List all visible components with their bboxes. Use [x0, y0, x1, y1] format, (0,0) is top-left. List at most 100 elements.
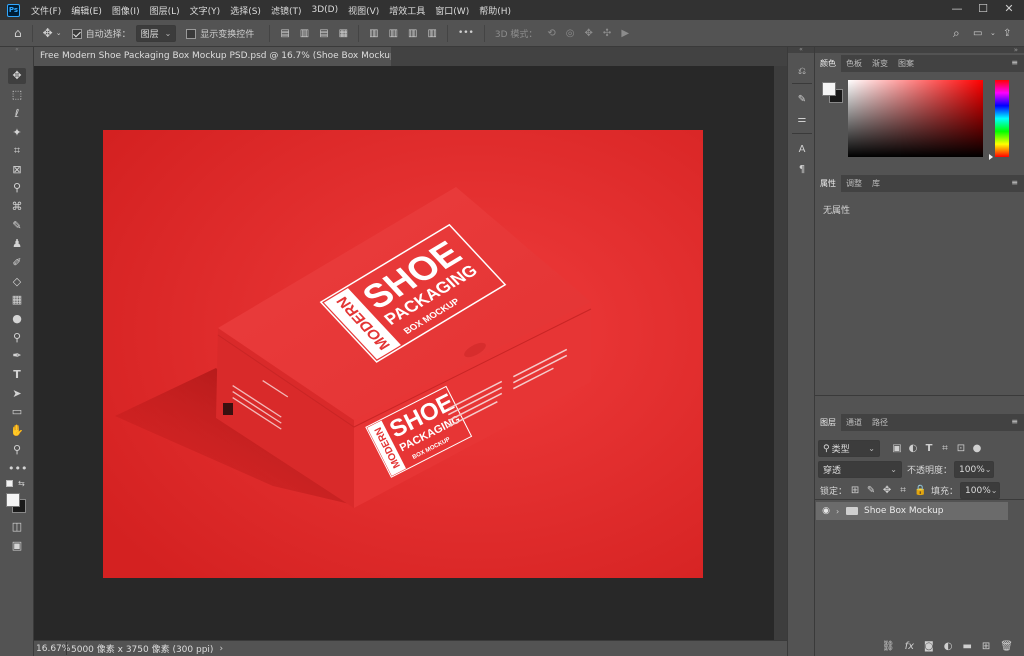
- filter-pixel-icon[interactable]: ▣: [892, 443, 902, 454]
- tab-paths[interactable]: 路径: [867, 414, 893, 431]
- lock-transparent-icon[interactable]: ⊞: [850, 485, 860, 496]
- tab-color[interactable]: 颜色: [815, 55, 841, 72]
- new-layer-icon[interactable]: ⊞: [982, 641, 990, 652]
- search-icon[interactable]: ⌕: [953, 26, 960, 41]
- 3d-orbit-icon[interactable]: ⟲: [547, 28, 555, 39]
- distribute-right-icon[interactable]: ▥: [408, 28, 417, 39]
- auto-select-checkbox[interactable]: 自动选择：: [71, 27, 131, 40]
- tab-swatches[interactable]: 色板: [841, 55, 867, 72]
- chevron-down-icon[interactable]: ⌄: [56, 29, 62, 37]
- color-picker-field[interactable]: [848, 80, 983, 157]
- lock-artboard-icon[interactable]: ⌗: [898, 485, 908, 496]
- align-center-icon[interactable]: ▥: [300, 28, 309, 39]
- lock-all-icon[interactable]: 🔒: [914, 485, 926, 496]
- blend-mode-dropdown[interactable]: 穿透 ⌄: [818, 461, 902, 478]
- rectangle-tool-icon[interactable]: ▭: [8, 404, 26, 420]
- panel-menu-icon[interactable]: ≡: [1011, 178, 1018, 187]
- dodge-tool-icon[interactable]: ⚲: [8, 330, 26, 346]
- history-brush-tool-icon[interactable]: ✐: [8, 255, 26, 271]
- pen-tool-icon[interactable]: ✒: [8, 348, 26, 364]
- document-image[interactable]: MODERN SHOE PACKAGING BOX MOCKUP MODERN …: [103, 130, 703, 578]
- opacity-input[interactable]: 100% ⌄: [954, 461, 995, 478]
- default-colors-icon[interactable]: [6, 480, 13, 487]
- dock-collapse-icon[interactable]: «: [788, 47, 814, 53]
- layer-row[interactable]: ◉ › Shoe Box Mockup: [816, 502, 1008, 520]
- menu-window[interactable]: 窗口(W): [430, 4, 474, 17]
- foreground-color-swatch[interactable]: [822, 82, 836, 96]
- fx-icon[interactable]: fx: [905, 641, 914, 652]
- workspace-icon[interactable]: ▭: [973, 28, 982, 39]
- menu-3d[interactable]: 3D(D): [306, 5, 343, 15]
- gradient-tool-icon[interactable]: ▦: [8, 292, 26, 308]
- tab-channels[interactable]: 通道: [841, 414, 867, 431]
- photoshop-logo-icon[interactable]: Ps: [7, 3, 20, 17]
- align-right-icon[interactable]: ▤: [319, 28, 328, 39]
- blur-tool-icon[interactable]: ●: [8, 311, 26, 327]
- path-selection-tool-icon[interactable]: ➤: [8, 386, 26, 402]
- frame-tool-icon[interactable]: ⊠: [8, 162, 26, 178]
- filter-adjustment-icon[interactable]: ◐: [908, 443, 918, 454]
- zoom-level[interactable]: 16.67%: [34, 644, 70, 654]
- brush-panel-icon[interactable]: ✎: [795, 93, 809, 107]
- move-tool-icon[interactable]: ✥: [43, 26, 53, 40]
- healing-brush-tool-icon[interactable]: ⌘: [8, 199, 26, 215]
- adjustment-layer-icon[interactable]: ◐: [944, 641, 953, 652]
- history-panel-icon[interactable]: ⎌: [795, 65, 809, 79]
- new-group-icon[interactable]: ▬: [962, 641, 971, 652]
- menu-plugins[interactable]: 增效工具: [384, 4, 430, 17]
- character-panel-icon[interactable]: A: [795, 143, 809, 157]
- align-left-icon[interactable]: ▤: [280, 28, 289, 39]
- magic-wand-tool-icon[interactable]: ✦: [8, 125, 26, 141]
- layer-name[interactable]: Shoe Box Mockup: [864, 506, 943, 516]
- hue-slider[interactable]: [995, 80, 1009, 157]
- menu-edit[interactable]: 编辑(E): [66, 4, 107, 17]
- tab-layers[interactable]: 图层: [815, 414, 841, 431]
- minimize-button[interactable]: —: [944, 0, 970, 20]
- 3d-pan-icon[interactable]: ✥: [585, 28, 593, 39]
- type-tool-icon[interactable]: T: [8, 367, 26, 383]
- clone-stamp-tool-icon[interactable]: ♟: [8, 236, 26, 252]
- share-icon[interactable]: ⇪: [1003, 28, 1011, 39]
- document-tab[interactable]: Free Modern Shoe Packaging Box Mockup PS…: [34, 47, 391, 66]
- align-top-icon[interactable]: ▦: [339, 28, 348, 39]
- paragraph-panel-icon[interactable]: ¶: [795, 163, 809, 177]
- filter-type-icon[interactable]: T: [924, 443, 934, 454]
- status-menu-arrow-icon[interactable]: ›: [219, 644, 223, 654]
- visibility-eye-icon[interactable]: ◉: [816, 506, 836, 516]
- menu-view[interactable]: 视图(V): [343, 4, 384, 17]
- hand-tool-icon[interactable]: ✋: [8, 423, 26, 439]
- more-options-button[interactable]: •••: [458, 28, 474, 38]
- swap-colors-icon[interactable]: ⇆: [18, 479, 25, 488]
- tab-gradients[interactable]: 渐变: [867, 55, 893, 72]
- menu-image[interactable]: 图像(I): [107, 4, 145, 17]
- tab-libraries[interactable]: 库: [867, 175, 885, 192]
- auto-select-dropdown[interactable]: 图层 ⌄: [135, 24, 177, 42]
- tab-patterns[interactable]: 图案: [893, 55, 919, 72]
- close-window-button[interactable]: ✕: [996, 0, 1022, 20]
- distribute-center-icon[interactable]: ▥: [389, 28, 398, 39]
- filter-toggle-icon[interactable]: ●: [972, 443, 982, 454]
- trash-icon[interactable]: 🗑: [1000, 641, 1013, 652]
- 3d-slide-icon[interactable]: ✣: [603, 28, 611, 39]
- zoom-tool-icon[interactable]: ⚲: [8, 442, 26, 458]
- tab-adjustments[interactable]: 调整: [841, 175, 867, 192]
- menu-type[interactable]: 文字(Y): [185, 4, 226, 17]
- panel-menu-icon[interactable]: ≡: [1011, 417, 1018, 426]
- home-icon[interactable]: ⌂: [14, 26, 22, 40]
- brush-tool-icon[interactable]: ✎: [8, 218, 26, 234]
- toolbar-collapse-icon[interactable]: «: [8, 47, 26, 53]
- menu-help[interactable]: 帮助(H): [474, 4, 516, 17]
- lock-position-icon[interactable]: ✥: [882, 485, 892, 496]
- distribute-left-icon[interactable]: ▥: [369, 28, 378, 39]
- show-transform-checkbox[interactable]: 显示变换控件: [186, 27, 254, 40]
- menu-file[interactable]: 文件(F): [26, 4, 66, 17]
- panel-collapse-bar[interactable]: »: [815, 47, 1024, 54]
- maximize-button[interactable]: ☐: [970, 0, 996, 20]
- menu-filter[interactable]: 滤镜(T): [266, 4, 307, 17]
- lock-pixels-icon[interactable]: ✎: [866, 485, 876, 496]
- lasso-tool-icon[interactable]: ℓ: [8, 106, 26, 122]
- menu-layer[interactable]: 图层(L): [145, 4, 185, 17]
- panel-menu-icon[interactable]: ≡: [1011, 58, 1018, 67]
- screen-mode-icon[interactable]: ▣: [8, 538, 26, 554]
- quick-mask-icon[interactable]: ◫: [8, 519, 26, 535]
